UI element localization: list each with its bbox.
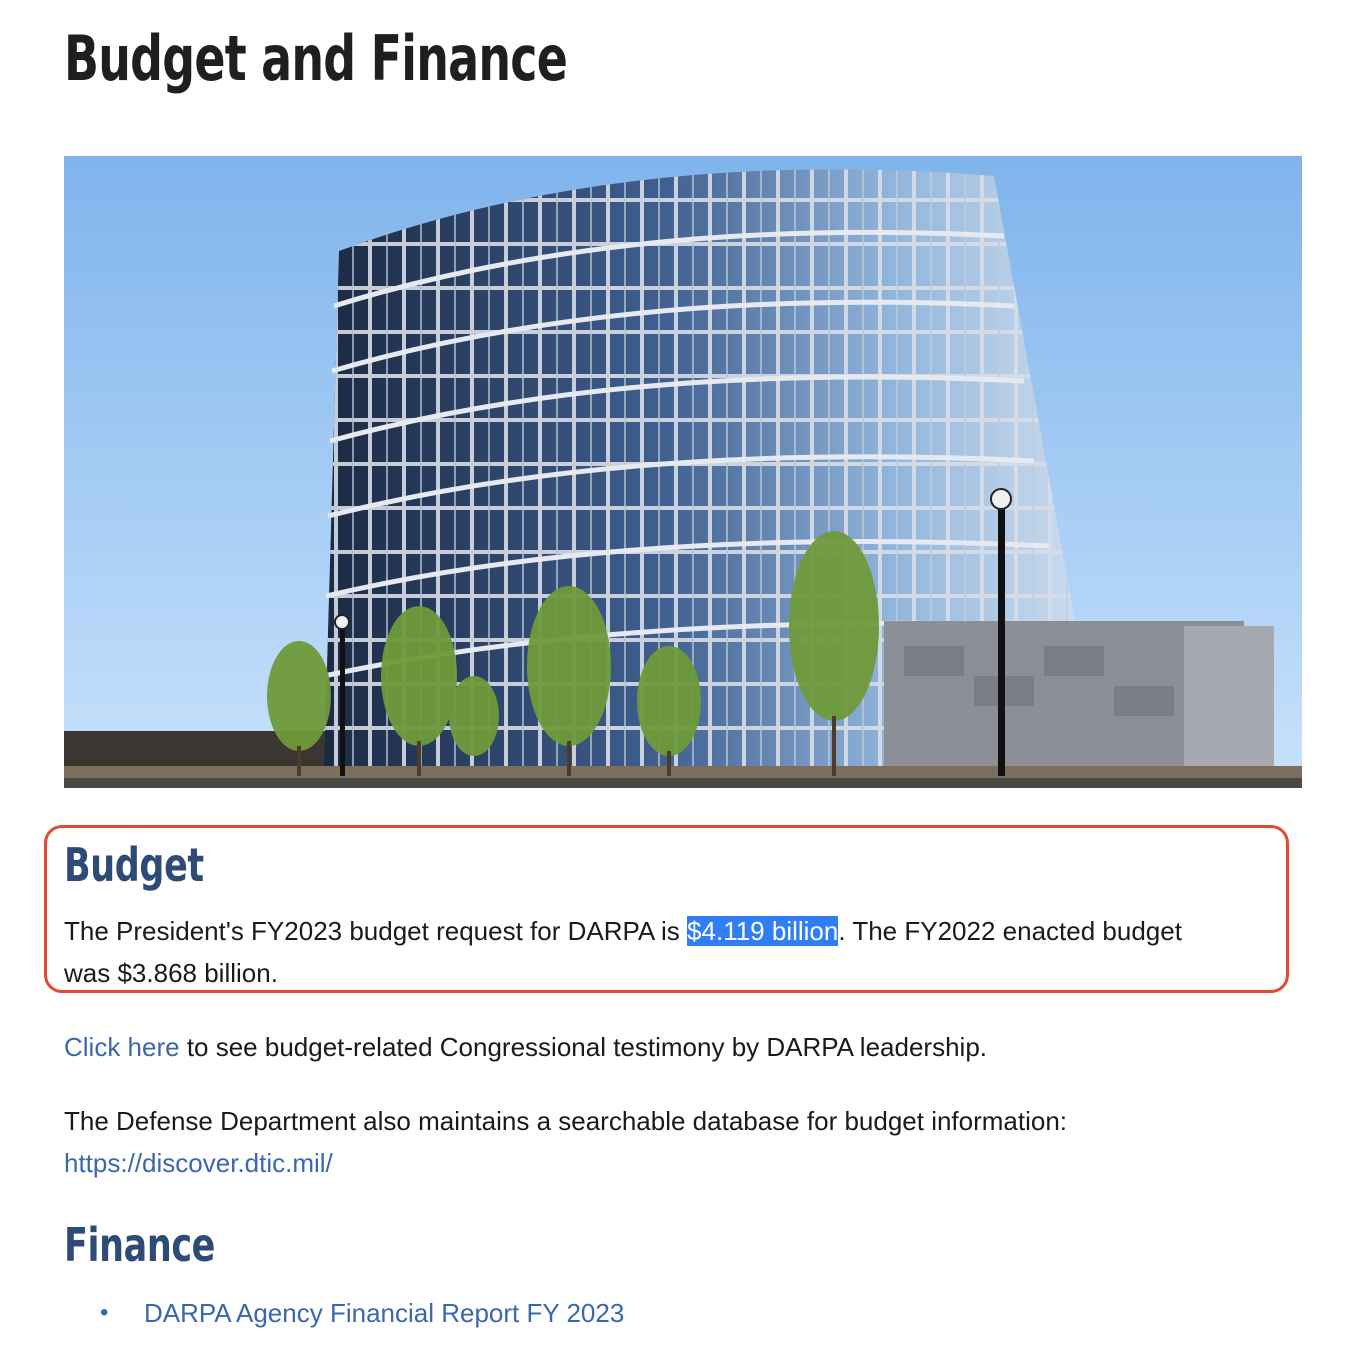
click-here-link[interactable]: Click here [64, 1032, 180, 1062]
financial-report-link[interactable]: DARPA Agency Financial Report FY 2023 [144, 1298, 624, 1328]
testimony-paragraph: Click here to see budget-related Congres… [64, 1026, 987, 1068]
list-item: • DARPA Agency Financial Report FY 2023 [64, 1290, 624, 1336]
finance-list: • DARPA Agency Financial Report FY 2023 [64, 1290, 624, 1336]
dtic-link[interactable]: https://discover.dtic.mil/ [64, 1148, 333, 1178]
budget-heading: Budget [64, 838, 204, 892]
budget-text-line2: was $3.868 billion. [64, 958, 278, 988]
testimony-text: to see budget-related Congressional test… [179, 1032, 988, 1062]
database-paragraph: The Defense Department also maintains a … [64, 1100, 1067, 1184]
finance-heading: Finance [64, 1218, 216, 1272]
hero-building-image [64, 156, 1302, 788]
budget-text-after: . The FY2022 enacted budget [838, 916, 1182, 946]
page-title: Budget and Finance [64, 22, 568, 95]
selected-amount[interactable]: $4.119 billion [687, 916, 839, 946]
budget-paragraph: The President's FY2023 budget request fo… [64, 910, 1182, 994]
budget-text-before: The President's FY2023 budget request fo… [64, 916, 688, 946]
bullet-icon: • [100, 1299, 109, 1326]
database-text: The Defense Department also maintains a … [64, 1106, 1068, 1136]
